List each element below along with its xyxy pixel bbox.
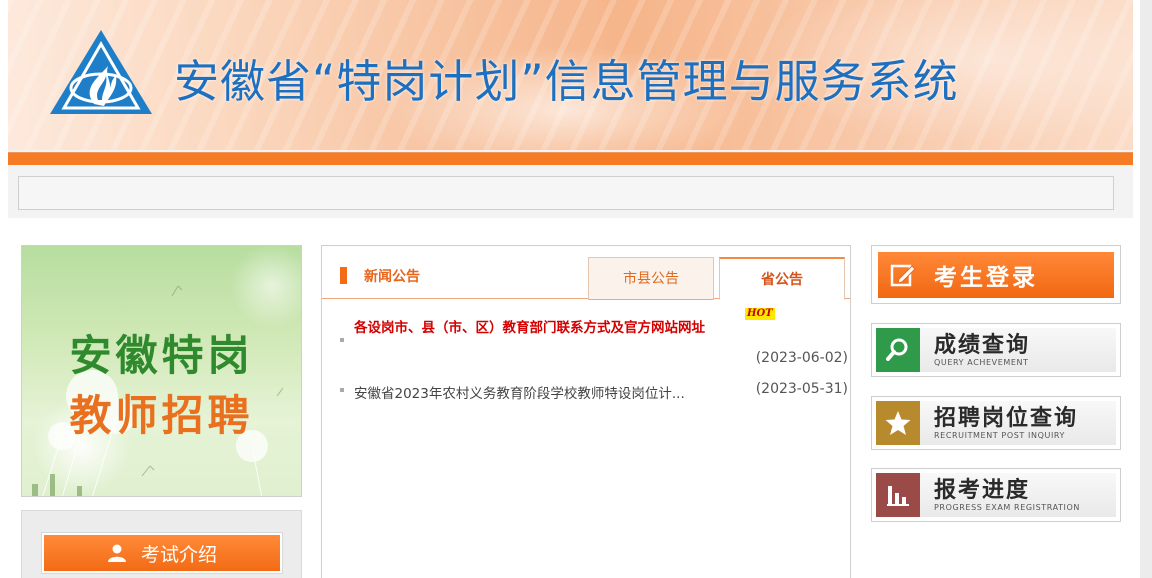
exam-progress-label: 报考进度 [934, 477, 1031, 503]
orange-divider [8, 152, 1133, 165]
score-query-label: 成绩查询 [934, 332, 1031, 358]
post-query-label: 招聘岗位查询 [934, 405, 1079, 431]
banner: 安徽省“特岗计划”信息管理与服务系统 [8, 0, 1133, 150]
list-item: 安徽省2023年农村义务教育阶段学校教师特设岗位计... (2023-05-31… [322, 374, 850, 404]
exam-intro-panel: 考试介绍 [21, 510, 302, 578]
promo-banner[interactable]: 安徽特岗 教师招聘 [21, 245, 302, 497]
exam-progress-button[interactable]: 报考进度 PROGRESS EXAM REGISTRATION [871, 468, 1121, 522]
header: 安徽省“特岗计划”信息管理与服务系统 [8, 0, 1133, 218]
news-link[interactable]: 安徽省2023年农村义务教育阶段学校教师特设岗位计... [354, 382, 685, 402]
score-query-subtitle: QUERY ACHEVEMENT [934, 358, 1029, 367]
list-bullet [340, 338, 344, 342]
site-logo [50, 30, 152, 114]
exam-progress-subtitle: PROGRESS EXAM REGISTRATION [934, 503, 1080, 512]
star-icon [876, 401, 920, 445]
page-scrollbar[interactable] [1140, 0, 1152, 578]
score-query-button[interactable]: 成绩查询 QUERY ACHEVEMENT [871, 323, 1121, 377]
nav-bar [18, 176, 1114, 210]
exam-intro-label: 考试介绍 [140, 543, 217, 566]
tab-province-notice[interactable]: 省公告 [719, 257, 845, 300]
exam-intro-button[interactable]: 考试介绍 [42, 533, 282, 573]
hot-badge: HOT [745, 308, 775, 320]
promo-line-1: 安徽特岗 [69, 331, 254, 380]
news-heading-text: 新闻公告 [364, 269, 420, 285]
news-panel: 新闻公告 市县公告 省公告 各设岗市、县（市、区）教育部门联系方式及官方网站网址… [321, 245, 851, 578]
edit-icon [890, 264, 916, 287]
tab-city-notice[interactable]: 市县公告 [588, 257, 714, 300]
promo-line-2: 教师招聘 [69, 391, 254, 440]
heading-marker [340, 267, 347, 284]
post-query-subtitle: RECRUITMENT POST INQUIRY [934, 431, 1066, 440]
news-date: (2023-06-02) [755, 350, 848, 366]
user-icon [107, 544, 126, 562]
news-header: 新闻公告 市县公告 省公告 [322, 246, 850, 300]
news-date: (2023-05-31) [755, 381, 848, 397]
login-label: 考生登录 [934, 264, 1038, 291]
news-heading: 新闻公告 [340, 266, 420, 288]
student-login-button[interactable]: 考生登录 [871, 245, 1121, 304]
news-link-hot[interactable]: 各设岗市、县（市、区）教育部门联系方式及官方网站网址 [354, 316, 705, 336]
list-bullet [340, 388, 344, 392]
bar-chart-icon [876, 473, 920, 517]
news-list: 各设岗市、县（市、区）教育部门联系方式及官方网站网址 HOT (2023-06-… [322, 308, 850, 404]
list-item: 各设岗市、县（市、区）教育部门联系方式及官方网站网址 HOT (2023-06-… [322, 308, 850, 370]
post-query-button[interactable]: 招聘岗位查询 RECRUITMENT POST INQUIRY [871, 396, 1121, 450]
site-title: 安徽省“特岗计划”信息管理与服务系统 [174, 55, 959, 108]
magnifier-icon [876, 328, 920, 372]
